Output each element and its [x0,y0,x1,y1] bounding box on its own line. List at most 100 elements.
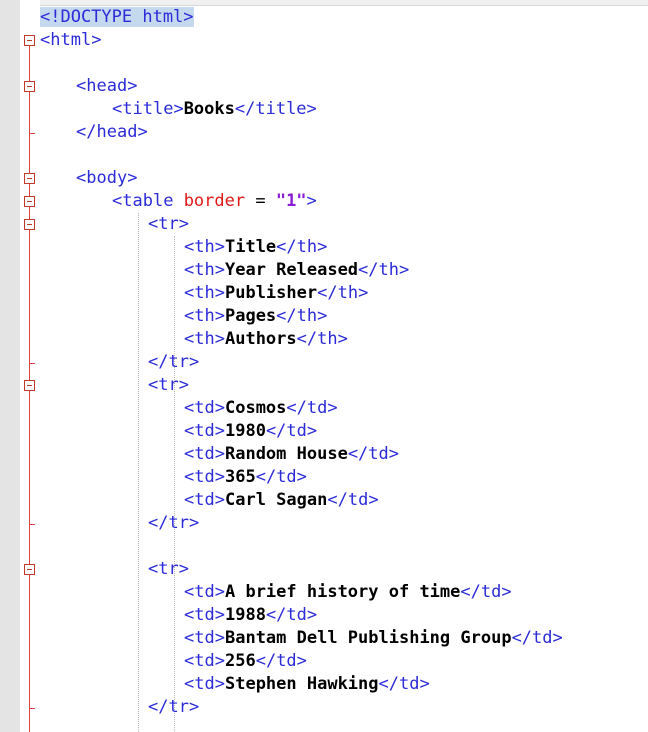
tag-bracket: > [306,605,318,625]
close-tag-name: tr [168,513,189,533]
close-tag-name: td [532,628,553,648]
tag-bracket: > [214,306,225,326]
tag-bracket: > [317,306,328,326]
fold-end-marker [29,362,35,364]
code-line[interactable]: <td>365</td> [40,466,648,489]
code-line[interactable]: <head> [40,75,648,98]
attribute-name: border [183,191,246,211]
code-line[interactable]: </tr> [40,512,648,535]
code-line[interactable] [40,144,648,167]
open-tag-name: th [194,306,215,326]
fold-collapse-icon[interactable] [24,564,35,575]
tag-bracket: < [184,651,195,671]
fold-end-marker [29,707,35,709]
code-line[interactable]: <html> [40,29,648,52]
tag-bracket: </ [276,306,297,326]
code-line[interactable]: <td>Cosmos</td> [40,397,648,420]
code-line[interactable]: <td>Random House</td> [40,443,648,466]
code-line[interactable]: <tr> [40,374,648,397]
code-area[interactable]: <!DOCTYPE html> <html> <head> <title>Books<… [40,6,648,719]
tag-bracket: > [306,421,318,441]
code-line[interactable]: <th>Authors</th> [40,328,648,351]
fold-collapse-icon[interactable] [24,196,35,207]
code-line[interactable]: <td>Carl Sagan</td> [40,489,648,512]
tag-bracket: </ [148,697,169,717]
open-tag-name: td [194,628,215,648]
close-tag-name: tr [168,352,189,372]
tag-bracket: > [214,605,225,625]
tag-bracket: > [91,30,102,50]
code-line[interactable]: <td>1988</td> [40,604,648,627]
close-tag-name: th [317,329,338,349]
code-line[interactable]: <td>256</td> [40,650,648,673]
tag-bracket: > [214,467,225,487]
fold-collapse-icon[interactable] [24,35,35,46]
tag-bracket: > [214,651,225,671]
open-tag-name: td [194,582,215,602]
close-tag-name: td [286,605,307,625]
close-tag-name: title [255,99,307,119]
line-number-margin [0,0,20,732]
code-line[interactable]: </head> [40,121,648,144]
tag-bracket: > [178,214,189,234]
open-tag-name: td [194,398,215,418]
open-tag-name: tr [158,375,179,395]
tag-bracket: </ [358,260,379,280]
tag-bracket: > [501,582,512,602]
fold-collapse-icon[interactable] [24,380,35,391]
tag-bracket: > [214,628,225,648]
code-line[interactable]: <body> [40,167,648,190]
code-line[interactable]: <table border = "1"> [40,190,648,213]
fold-collapse-icon[interactable] [24,81,35,92]
code-line[interactable]: </tr> [40,351,648,374]
element-content: Random House [224,444,348,464]
close-tag-name: th [296,306,318,326]
element-content: Books [183,99,235,119]
code-line[interactable]: <!DOCTYPE html> [40,6,648,29]
fold-collapse-icon[interactable] [24,219,35,230]
tag-bracket: </ [378,674,399,694]
tag-bracket: > [214,490,225,510]
code-line[interactable]: <th>Year Released</th> [40,259,648,282]
code-line[interactable]: <tr> [40,558,648,581]
code-line[interactable] [40,52,648,75]
code-line[interactable]: <td>A brief history of time</td> [40,581,648,604]
tag-bracket: > [178,559,189,579]
tag-bracket: > [317,237,328,257]
fold-collapse-icon[interactable] [24,173,35,184]
tag-bracket: > [327,398,338,418]
tag-bracket: </ [148,513,169,533]
tag-bracket: < [76,168,87,188]
tag-bracket: < [112,99,123,119]
code-line[interactable]: <td>Stephen Hawking</td> [40,673,648,696]
code-line[interactable]: <th>Title</th> [40,236,648,259]
code-line[interactable]: <td>1980</td> [40,420,648,443]
open-tag-name: html [50,30,92,50]
code-line[interactable]: <td>Bantam Dell Publishing Group</td> [40,627,648,650]
element-content: 1988 [224,605,266,625]
tag-bracket: </ [265,421,287,441]
tag-bracket: > [173,99,184,119]
tag-bracket: > [399,260,410,280]
code-line[interactable] [40,535,648,558]
open-tag-name: th [194,237,215,257]
tag-bracket: > [127,76,138,96]
code-line[interactable]: <title>Books</title> [40,98,648,121]
tag-bracket: < [148,559,159,579]
tag-bracket: > [137,122,148,142]
tag-bracket: > [188,513,200,533]
tag-bracket: > [214,582,225,602]
close-tag-name: th [378,260,400,280]
code-line[interactable]: <th>Publisher</th> [40,282,648,305]
code-line[interactable]: <tr> [40,213,648,236]
tag-bracket: > [178,375,189,395]
tag-bracket: > [306,191,317,211]
tag-bracket: </ [327,490,348,510]
open-tag-name: th [194,329,215,349]
tag-bracket: > [127,168,138,188]
code-line[interactable]: </tr> [40,696,648,719]
code-line[interactable]: <th>Pages</th> [40,305,648,328]
close-tag-name: td [276,651,297,671]
tag-bracket: </ [76,122,97,142]
tag-bracket: > [214,674,225,694]
